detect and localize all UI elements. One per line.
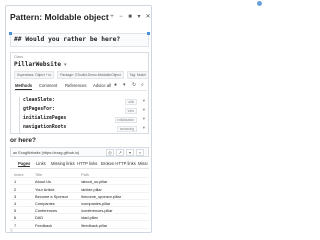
chevron-down-icon[interactable]: ▾: [143, 125, 145, 131]
tab-methods[interactable]: Methods: [15, 83, 33, 90]
chevron-down-icon[interactable]: ▾: [143, 98, 145, 104]
column-header-path: Path: [81, 172, 90, 178]
chevron-down-icon[interactable]: ▾: [64, 62, 67, 68]
url-bar[interactable]: an ExagWebsite (https://exag.github.io) …: [10, 147, 149, 157]
row-index: 3: [14, 193, 17, 199]
row-title: Feedback: [35, 222, 53, 228]
search-icon[interactable]: ⌕: [141, 82, 144, 88]
table-row[interactable]: 4 Companies /companies.pillar: [10, 200, 149, 207]
pages-table: Index Title Path 1 About Us /about_us.pi…: [10, 171, 149, 229]
table-row[interactable]: 3 Become a Sponsor /become_sponsor.pilla…: [10, 193, 149, 200]
target-icon[interactable]: ◎: [106, 149, 114, 156]
row-index: 6: [14, 215, 17, 221]
column-header-title: Title: [35, 172, 43, 178]
row-index: 4: [14, 201, 17, 207]
second-question: or here?: [10, 137, 37, 144]
chevron-down-icon[interactable]: ▾: [126, 149, 134, 156]
crumb-tag[interactable]: Tag: Model: [126, 71, 148, 79]
method-tag: accessing: [116, 126, 137, 132]
card-header: Pattern: Moldable object + − ■ ▾ ✕: [6, 6, 151, 30]
explorer-tabs: Pages Links Missing links HTTP links Bro…: [10, 160, 149, 169]
tab-broken-http-links[interactable]: Broken HTTP links: [101, 161, 136, 166]
square-button[interactable]: ■: [126, 13, 134, 22]
dropdown-button[interactable]: ▾: [135, 13, 143, 22]
table-row[interactable]: 5 Conferences /conferences.pillar: [10, 207, 149, 215]
method-name: gtPagesFor:: [23, 107, 55, 112]
crumb-package[interactable]: Package: GToolkit-Demo-MoldableObject: [57, 71, 124, 79]
resize-handle-left-icon[interactable]: [9, 32, 12, 35]
method-tag: initialization: [114, 117, 137, 123]
breadcrumb: Superclass: Object + to Package: GToolkit…: [14, 71, 148, 79]
list-item[interactable]: gtPagesFor: view ▾: [20, 106, 147, 115]
drag-handle-icon[interactable]: ⠿: [10, 228, 13, 232]
table-row[interactable]: 2 Your Article /article.pillar: [10, 185, 149, 193]
dot-icon[interactable]: ●: [114, 82, 117, 88]
method-list: cleanSlate: utils ▾ gtPagesFor: view ▾ i…: [19, 97, 147, 133]
tab-pages[interactable]: Pages: [18, 161, 31, 167]
table-row[interactable]: 1 About Us /about_us.pillar: [10, 178, 149, 186]
close-button[interactable]: ✕: [144, 13, 151, 22]
filter-icon[interactable]: ▾: [123, 82, 126, 88]
row-path: /feedback.pillar: [81, 222, 108, 228]
row-path: /dad.pillar: [81, 215, 98, 221]
tab-comment[interactable]: Comment: [39, 83, 57, 88]
tab-missing-overflow[interactable]: Missi: [138, 161, 148, 166]
row-title: Companies: [35, 201, 55, 207]
list-item[interactable]: cleanSlate: utils ▾: [20, 97, 147, 106]
class-label: Class: [14, 55, 23, 59]
row-path: /article.pillar: [81, 186, 102, 192]
tab-advice[interactable]: Advice all: [93, 83, 111, 88]
chevron-down-icon[interactable]: ▾: [143, 116, 145, 122]
class-inspector: Class PillarWebsite ▾ Superclass: Object…: [10, 52, 149, 134]
url-text: an ExagWebsite (https://exag.github.io): [13, 150, 80, 155]
list-item[interactable]: navigationRoots accessing ▾: [20, 124, 147, 133]
table-row[interactable]: 7 Feedback /feedback.pillar: [10, 221, 149, 229]
resize-handle-right-icon[interactable]: [147, 32, 150, 35]
row-index: 7: [14, 222, 17, 228]
pattern-card: Pattern: Moldable object + − ■ ▾ ✕ ## Wo…: [5, 5, 152, 233]
class-title: PillarWebsite: [14, 61, 61, 68]
row-path: /companies.pillar: [81, 201, 111, 207]
search-icon[interactable]: ⌕: [136, 149, 144, 156]
row-path: /conferences.pillar: [81, 208, 113, 214]
row-index: 5: [14, 208, 17, 214]
row-title: DAD: [35, 215, 44, 221]
row-path: /about_us.pillar: [81, 179, 108, 185]
question-editor[interactable]: ## Would you rather be here?: [9, 32, 150, 47]
remove-button[interactable]: −: [117, 13, 125, 22]
list-item[interactable]: initializePages initialization ▾: [20, 115, 147, 124]
method-name: navigationRoots: [23, 125, 67, 130]
row-title: Your Article: [35, 186, 55, 192]
tab-http-links[interactable]: HTTP links: [77, 161, 97, 166]
row-path: /become_sponsor.pillar: [81, 193, 122, 199]
refresh-icon[interactable]: ↻: [132, 82, 136, 88]
tab-references[interactable]: References: [65, 83, 86, 88]
add-button[interactable]: +: [108, 13, 116, 22]
row-title: Conferences: [35, 208, 58, 214]
crumb-superclass[interactable]: Superclass: Object + to: [14, 71, 55, 79]
pin-dot-icon: [257, 1, 262, 6]
tab-links[interactable]: Links: [36, 161, 46, 166]
card-title: Pattern: Moldable object: [10, 12, 109, 22]
method-name: initializePages: [23, 116, 67, 121]
method-name: cleanSlate:: [23, 98, 55, 103]
chevron-down-icon[interactable]: ▾: [143, 107, 145, 113]
tab-missing-links[interactable]: Missing links: [51, 161, 75, 166]
table-row[interactable]: 6 DAD /dad.pillar: [10, 214, 149, 222]
inspector-tabs: Methods Comment References Advice all ● …: [14, 81, 147, 91]
method-tag: view: [124, 108, 137, 114]
row-title: Become a Sponsor: [35, 193, 69, 199]
column-header-index: Index: [14, 172, 24, 178]
question-heading: ## Would you rather be here?: [14, 36, 121, 43]
open-external-icon[interactable]: ↗: [116, 149, 124, 156]
row-title: About Us: [35, 179, 52, 185]
table-header: Index Title Path: [10, 171, 149, 179]
method-tag: utils: [125, 99, 137, 105]
row-index: 1: [14, 179, 17, 185]
row-index: 2: [14, 186, 17, 192]
